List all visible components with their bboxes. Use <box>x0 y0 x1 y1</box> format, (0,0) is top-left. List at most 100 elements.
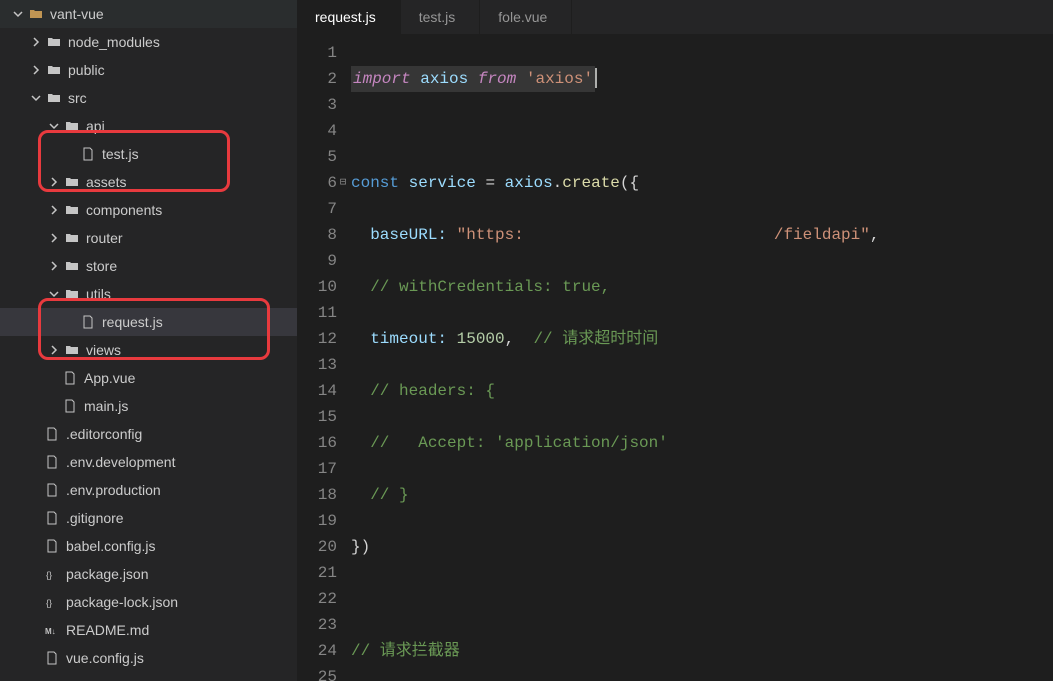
folder-icon <box>46 34 62 50</box>
tab-testjs[interactable]: test.js <box>401 0 481 34</box>
file-icon <box>44 482 60 498</box>
tree-appvue[interactable]: App.vue <box>0 364 297 392</box>
folder-open-icon <box>28 6 44 22</box>
folder-icon <box>64 258 80 274</box>
tab-folevue[interactable]: fole.vue <box>480 0 572 34</box>
tree-components[interactable]: components <box>0 196 297 224</box>
chevron-down-icon <box>28 90 44 106</box>
editor-area: request.js test.js fole.vue 12345 678910… <box>297 0 1053 681</box>
file-icon <box>44 538 60 554</box>
tree-vueconf[interactable]: vue.config.js <box>0 644 297 672</box>
tree-label: test.js <box>102 146 139 162</box>
tree-views[interactable]: views <box>0 336 297 364</box>
markdown-icon: M↓ <box>44 622 60 638</box>
chevron-right-icon <box>28 34 44 50</box>
tab-bar: request.js test.js fole.vue <box>297 0 1053 34</box>
tree-label: views <box>86 342 121 358</box>
code-editor[interactable]: 12345 678910 1112131415 1617181920 21222… <box>297 34 1053 681</box>
tree-label: App.vue <box>84 370 135 386</box>
folder-icon <box>64 230 80 246</box>
tree-label: package.json <box>66 566 149 582</box>
tree-label: api <box>86 118 105 134</box>
tree-label: package-lock.json <box>66 594 178 610</box>
tree-node-modules[interactable]: node_modules <box>0 28 297 56</box>
tree-src[interactable]: src <box>0 84 297 112</box>
folder-icon <box>46 62 62 78</box>
tree-pkglock[interactable]: {} package-lock.json <box>0 588 297 616</box>
tree-label: .env.production <box>66 482 161 498</box>
tree-mainjs[interactable]: main.js <box>0 392 297 420</box>
json-icon: {} <box>44 594 60 610</box>
chevron-down-icon <box>46 118 62 134</box>
tree-label: node_modules <box>68 34 160 50</box>
tree-label: .editorconfig <box>66 426 142 442</box>
file-icon <box>44 510 60 526</box>
file-icon <box>44 426 60 442</box>
tree-label: vant-vue <box>50 6 104 22</box>
tree-label: src <box>68 90 87 106</box>
tree-label: components <box>86 202 162 218</box>
svg-text:{}: {} <box>46 598 52 608</box>
chevron-right-icon <box>46 202 62 218</box>
folder-icon <box>64 342 80 358</box>
tab-requestjs[interactable]: request.js <box>297 0 401 34</box>
folder-open-icon <box>64 286 80 302</box>
tree-pkg[interactable]: {} package.json <box>0 560 297 588</box>
chevron-right-icon <box>46 230 62 246</box>
tree-label: assets <box>86 174 126 190</box>
tree-babel[interactable]: babel.config.js <box>0 532 297 560</box>
tab-label: fole.vue <box>498 9 547 25</box>
json-icon: {} <box>44 566 60 582</box>
tree-label: utils <box>86 286 111 302</box>
tree-utils[interactable]: utils <box>0 280 297 308</box>
chevron-right-icon <box>46 258 62 274</box>
tree-label: babel.config.js <box>66 538 156 554</box>
file-icon <box>62 398 78 414</box>
chevron-down-icon <box>10 6 26 22</box>
fold-icon[interactable]: ⊟ <box>337 170 349 196</box>
file-icon <box>80 314 96 330</box>
tree-public[interactable]: public <box>0 56 297 84</box>
tab-label: request.js <box>315 9 376 25</box>
tree-label: vue.config.js <box>66 650 144 666</box>
tree-label: store <box>86 258 117 274</box>
tree-readme[interactable]: M↓ README.md <box>0 616 297 644</box>
file-icon <box>44 650 60 666</box>
chevron-down-icon <box>46 286 62 302</box>
line-gutter: 12345 678910 1112131415 1617181920 21222… <box>297 34 351 681</box>
tab-label: test.js <box>419 9 456 25</box>
tree-store[interactable]: store <box>0 252 297 280</box>
tree-label: .env.development <box>66 454 175 470</box>
file-icon <box>80 146 96 162</box>
folder-icon <box>64 174 80 190</box>
chevron-right-icon <box>46 174 62 190</box>
chevron-right-icon <box>28 62 44 78</box>
tree-label: request.js <box>102 314 163 330</box>
svg-text:{}: {} <box>46 570 52 580</box>
tree-envprod[interactable]: .env.production <box>0 476 297 504</box>
svg-text:M↓: M↓ <box>45 627 56 636</box>
folder-icon <box>46 90 62 106</box>
chevron-right-icon <box>46 342 62 358</box>
tree-editorconfig[interactable]: .editorconfig <box>0 420 297 448</box>
tree-label: README.md <box>66 622 149 638</box>
folder-open-icon <box>64 118 80 134</box>
text-cursor <box>595 68 597 88</box>
tree-label: main.js <box>84 398 128 414</box>
tree-gitignore[interactable]: .gitignore <box>0 504 297 532</box>
file-icon <box>62 370 78 386</box>
file-icon <box>44 454 60 470</box>
tree-label: router <box>86 230 123 246</box>
tree-root[interactable]: vant-vue <box>0 0 297 28</box>
folder-icon <box>64 202 80 218</box>
tree-envdev[interactable]: .env.development <box>0 448 297 476</box>
tree-api[interactable]: api <box>0 112 297 140</box>
tree-requestjs[interactable]: request.js <box>0 308 297 336</box>
file-explorer[interactable]: vant-vue node_modules public src api tes… <box>0 0 297 681</box>
tree-label: public <box>68 62 105 78</box>
tree-testjs[interactable]: test.js <box>0 140 297 168</box>
tree-router[interactable]: router <box>0 224 297 252</box>
tree-label: .gitignore <box>66 510 124 526</box>
tree-assets[interactable]: assets <box>0 168 297 196</box>
code-content[interactable]: import axios from 'axios' ⊟const service… <box>351 34 1053 681</box>
